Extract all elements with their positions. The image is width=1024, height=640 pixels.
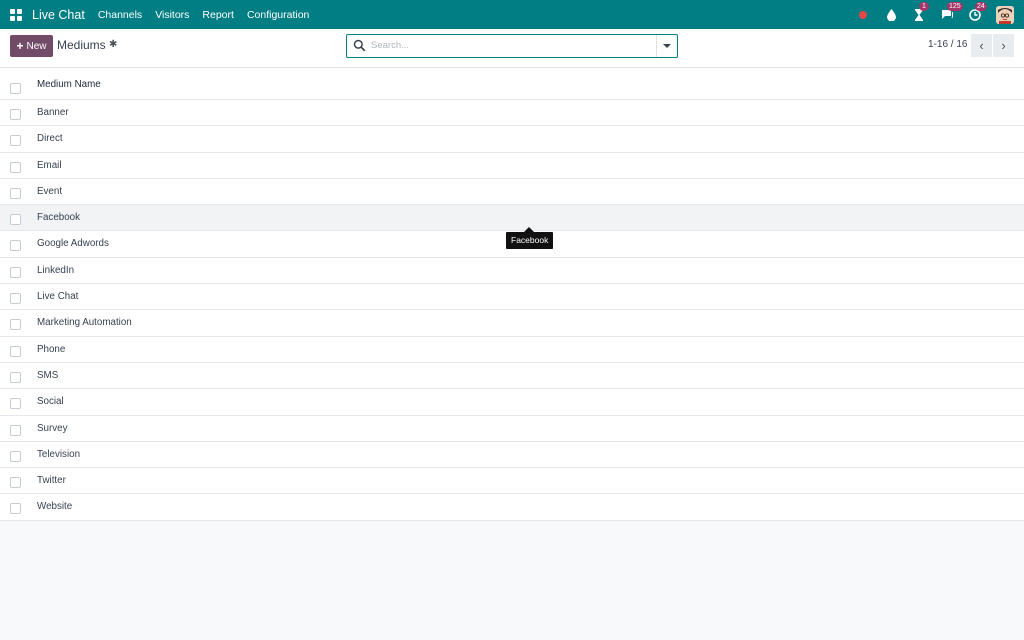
medium-name-cell: Facebook <box>37 212 81 224</box>
row-checkbox[interactable] <box>10 135 21 147</box>
water-drop-icon[interactable] <box>884 8 898 22</box>
tooltip: Facebook <box>506 232 554 249</box>
pager-value[interactable]: 1-16 / 16 <box>928 39 967 50</box>
menu-configuration[interactable]: Configuration <box>247 9 309 21</box>
menu-report[interactable]: Report <box>202 9 234 21</box>
menu-channels[interactable]: Channels <box>98 9 142 21</box>
row-checkbox[interactable] <box>10 293 21 305</box>
list-header: Medium Name <box>0 68 1024 100</box>
table-row[interactable]: Facebook <box>0 205 1024 232</box>
medium-name-cell: Website <box>37 501 73 513</box>
table-row[interactable]: Television <box>0 441 1024 469</box>
chevron-left-icon: ‹ <box>979 38 984 53</box>
medium-name-cell: Direct <box>37 133 63 145</box>
app-name[interactable]: Live Chat <box>32 8 85 22</box>
medium-name-cell: Banner <box>37 107 69 118</box>
row-checkbox[interactable] <box>10 424 21 436</box>
pager-previous-button[interactable]: ‹ <box>971 34 992 57</box>
table-row[interactable]: Banner <box>0 100 1024 127</box>
menu-visitors[interactable]: Visitors <box>155 9 189 21</box>
table-row[interactable]: Social <box>0 389 1024 416</box>
row-checkbox[interactable] <box>10 477 21 489</box>
table-row[interactable]: Direct <box>0 126 1024 153</box>
select-all-checkbox[interactable] <box>10 83 21 94</box>
medium-name-cell: Email <box>37 159 62 171</box>
row-checkbox[interactable] <box>10 371 21 383</box>
table-row[interactable]: Website <box>0 494 1024 521</box>
gear-icon[interactable]: ✱ <box>109 39 117 50</box>
timer-badge: 24 <box>975 1 987 11</box>
apps-menu-icon[interactable] <box>10 8 22 21</box>
row-checkbox[interactable] <box>10 266 21 278</box>
row-checkbox[interactable] <box>10 398 21 410</box>
search-box <box>346 34 678 58</box>
table-row[interactable]: Twitter <box>0 468 1024 495</box>
table-row[interactable]: LinkedIn <box>0 257 1024 285</box>
user-avatar[interactable] <box>996 5 1014 24</box>
pager-next-button[interactable]: › <box>993 34 1014 57</box>
medium-name-cell: Phone <box>37 343 66 355</box>
plus-icon: + <box>16 39 24 53</box>
activity-icon[interactable]: 1 <box>912 1 929 22</box>
recording-status-icon[interactable] <box>856 8 870 22</box>
medium-name-cell: Google Adwords <box>37 238 109 250</box>
row-checkbox[interactable] <box>10 345 21 357</box>
search-input[interactable] <box>371 38 651 53</box>
row-checkbox[interactable] <box>10 161 21 173</box>
table-row[interactable]: Survey <box>0 415 1024 442</box>
row-checkbox[interactable] <box>10 240 21 252</box>
row-checkbox[interactable] <box>10 214 21 226</box>
messages-icon[interactable]: 125 <box>940 1 963 22</box>
row-checkbox[interactable] <box>10 187 21 199</box>
control-panel: + New Mediums ✱ 1-16 / 16 ‹ › <box>0 29 1024 68</box>
mediums-list: Medium Name Banner Direct Email Event Fa… <box>0 68 1024 521</box>
table-row[interactable]: SMS <box>0 362 1024 390</box>
medium-name-cell: LinkedIn <box>37 264 75 276</box>
new-button[interactable]: + New <box>10 35 53 57</box>
column-header-medium-name[interactable]: Medium Name <box>37 79 101 90</box>
activity-badge: 1 <box>919 1 929 11</box>
clock-icon[interactable]: 24 <box>968 1 987 22</box>
page-title: Mediums <box>57 38 106 52</box>
chevron-right-icon: › <box>1001 38 1006 53</box>
table-row[interactable]: Live Chat <box>0 284 1024 311</box>
medium-name-cell: Social <box>37 396 64 408</box>
medium-name-cell: Survey <box>37 422 68 434</box>
medium-name-cell: Twitter <box>37 475 66 487</box>
row-checkbox[interactable] <box>10 503 21 515</box>
table-row[interactable]: Phone <box>0 336 1024 363</box>
search-options-toggle[interactable] <box>656 35 677 57</box>
table-row[interactable]: Event <box>0 178 1024 206</box>
search-icon[interactable] <box>353 39 366 52</box>
medium-name-cell: SMS <box>37 369 59 381</box>
new-button-label: New <box>26 40 47 52</box>
top-navbar: Live Chat Channels Visitors Report Confi… <box>0 0 1024 29</box>
messages-badge: 125 <box>947 1 963 11</box>
caret-down-icon <box>663 44 671 48</box>
medium-name-cell: Television <box>37 448 81 460</box>
table-row[interactable]: Email <box>0 152 1024 179</box>
table-row[interactable]: Marketing Automation <box>0 310 1024 337</box>
medium-name-cell: Marketing Automation <box>37 317 132 329</box>
row-checkbox[interactable] <box>10 450 21 462</box>
medium-name-cell: Live Chat <box>37 291 79 303</box>
row-checkbox[interactable] <box>10 319 21 331</box>
systray: 1 125 24 <box>856 0 1024 29</box>
medium-name-cell: Event <box>37 185 63 197</box>
row-checkbox[interactable] <box>10 109 21 120</box>
